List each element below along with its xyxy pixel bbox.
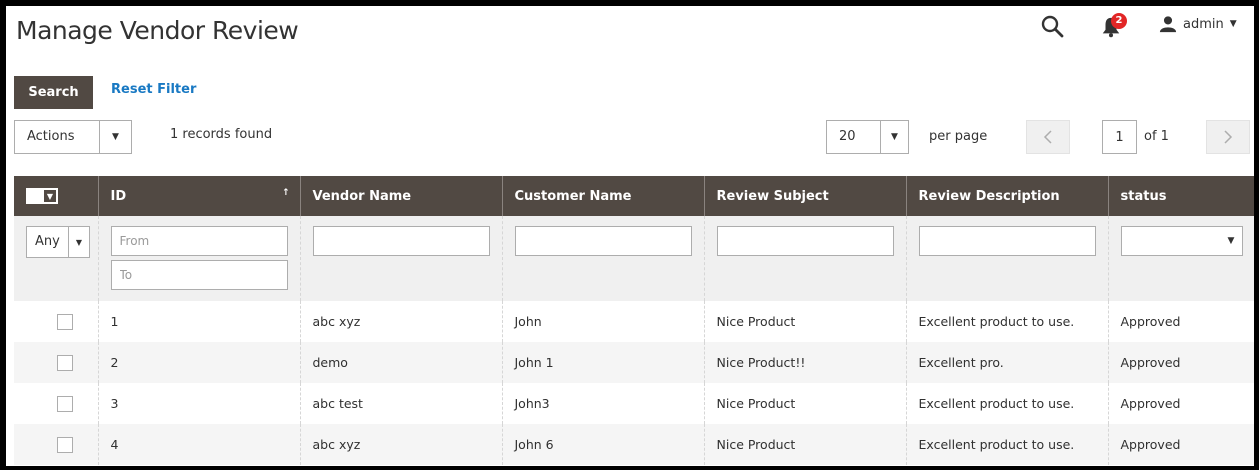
column-header-vendor-name[interactable]: Vendor Name	[299, 176, 502, 216]
cell-review-subject: Nice Product!!	[703, 342, 906, 383]
chevron-right-icon	[1224, 130, 1233, 144]
row-select-cell	[14, 383, 98, 424]
cell-review-subject: Nice Product	[703, 424, 906, 465]
review-subject-filter[interactable]	[716, 226, 894, 256]
row-checkbox[interactable]	[57, 436, 73, 453]
status-filter-dropdown[interactable]: ▼	[1120, 226, 1243, 256]
any-filter-dropdown[interactable]: Any ▼	[26, 226, 90, 258]
cell-id: 1	[97, 301, 300, 342]
user-name: admin	[1183, 16, 1224, 32]
mass-select-dropdown[interactable]: ▼	[26, 188, 58, 204]
cell-review-description: Excellent pro.	[905, 342, 1108, 383]
per-page-label: per page	[929, 129, 988, 144]
sort-arrow-icon: ↑	[281, 188, 290, 198]
cell-status: Approved	[1107, 342, 1254, 383]
user-menu[interactable]: admin ▼	[1159, 15, 1237, 33]
grid-header-row: ▼ ID ↑ Vendor Name Customer Name Review …	[14, 176, 1254, 216]
cell-customer-name: John	[501, 301, 704, 342]
cell-customer-name: John3	[501, 383, 704, 424]
vendor-name-filter[interactable]	[312, 226, 490, 256]
cell-id: 3	[97, 383, 300, 424]
table-row[interactable]: 4 abc xyz John 6 Nice Product Excellent …	[14, 424, 1254, 465]
search-button[interactable]: Search	[14, 76, 93, 109]
filter-row: Any ▼ ▼	[14, 216, 1254, 301]
chevron-down-icon: ▼	[1229, 19, 1237, 29]
chevron-down-icon: ▼	[880, 121, 908, 153]
cell-vendor-name: abc xyz	[299, 301, 502, 342]
previous-page-button[interactable]	[1026, 120, 1070, 154]
actions-dropdown[interactable]: Actions ▼	[14, 120, 132, 154]
filter-cell: ▼	[1107, 216, 1254, 301]
total-pages: of 1	[1144, 129, 1169, 144]
row-checkbox[interactable]	[57, 313, 73, 330]
cell-vendor-name: abc xyz	[299, 424, 502, 465]
chevron-left-icon	[1043, 130, 1052, 144]
cell-id: 4	[97, 424, 300, 465]
reset-filter-link[interactable]: Reset Filter	[111, 82, 196, 97]
cell-status: Approved	[1107, 424, 1254, 465]
filter-cell	[905, 216, 1108, 301]
next-page-button[interactable]	[1206, 120, 1250, 154]
column-header-id[interactable]: ID ↑	[97, 176, 300, 216]
cell-review-subject: Nice Product	[703, 301, 906, 342]
page-title: Manage Vendor Review	[16, 16, 299, 45]
search-icon[interactable]	[1040, 14, 1064, 38]
column-header-customer-name[interactable]: Customer Name	[501, 176, 704, 216]
cell-status: Approved	[1107, 301, 1254, 342]
chevron-down-icon: ▼	[67, 227, 89, 257]
cell-review-subject: Nice Product	[703, 383, 906, 424]
cell-review-description: Excellent product to use.	[905, 383, 1108, 424]
cell-status: Approved	[1107, 383, 1254, 424]
table-row[interactable]: 3 abc test John3 Nice Product Excellent …	[14, 383, 1254, 424]
column-label: ID	[110, 188, 127, 204]
column-header-review-description[interactable]: Review Description	[905, 176, 1108, 216]
table-row[interactable]: 1 abc xyz John Nice Product Excellent pr…	[14, 301, 1254, 342]
chevron-down-icon: ▼	[99, 121, 131, 153]
row-select-cell	[14, 301, 98, 342]
id-from-input[interactable]	[110, 226, 288, 256]
review-description-filter[interactable]	[918, 226, 1096, 256]
notification-badge[interactable]: 2	[1111, 13, 1127, 29]
row-select-cell	[14, 424, 98, 465]
column-header-review-subject[interactable]: Review Subject	[703, 176, 906, 216]
chevron-down-icon: ▼	[1227, 236, 1235, 246]
vendor-review-grid: ▼ ID ↑ Vendor Name Customer Name Review …	[14, 176, 1254, 465]
chevron-down-icon: ▼	[43, 189, 57, 203]
page-number-input[interactable]	[1102, 120, 1137, 154]
per-page-value: 20	[839, 129, 856, 144]
cell-customer-name: John 1	[501, 342, 704, 383]
filter-cell	[703, 216, 906, 301]
customer-name-filter[interactable]	[514, 226, 692, 256]
user-icon	[1159, 16, 1177, 33]
filter-cell: Any ▼	[14, 216, 98, 301]
filter-cell	[501, 216, 704, 301]
column-header-status[interactable]: status	[1107, 176, 1254, 216]
cell-vendor-name: abc test	[299, 383, 502, 424]
row-select-cell	[14, 342, 98, 383]
row-checkbox[interactable]	[57, 395, 73, 412]
mass-select-checkbox[interactable]	[27, 189, 43, 203]
records-count: 1 records found	[170, 127, 273, 142]
id-to-input[interactable]	[110, 260, 288, 290]
cell-vendor-name: demo	[299, 342, 502, 383]
row-checkbox[interactable]	[57, 354, 73, 371]
filter-cell	[97, 216, 300, 301]
per-page-dropdown[interactable]: 20 ▼	[826, 120, 909, 154]
any-filter-label: Any	[35, 234, 60, 249]
table-row[interactable]: 2 demo John 1 Nice Product!! Excellent p…	[14, 342, 1254, 383]
actions-label: Actions	[27, 129, 75, 144]
cell-id: 2	[97, 342, 300, 383]
cell-customer-name: John 6	[501, 424, 704, 465]
cell-review-description: Excellent product to use.	[905, 424, 1108, 465]
admin-page: Manage Vendor Review 2 admin ▼ Search Re…	[6, 6, 1254, 466]
mass-select-header[interactable]: ▼	[14, 176, 98, 216]
cell-review-description: Excellent product to use.	[905, 301, 1108, 342]
filter-cell	[299, 216, 502, 301]
